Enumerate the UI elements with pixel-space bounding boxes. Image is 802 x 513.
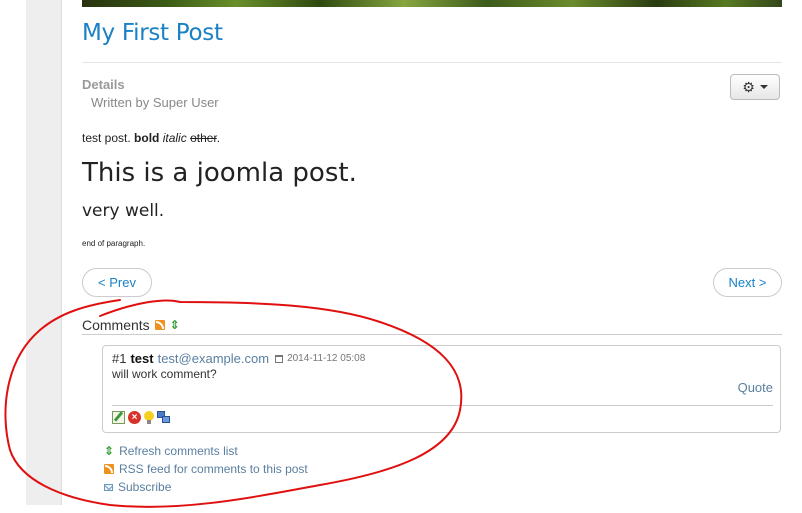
comment-email[interactable]: test@example.com xyxy=(158,351,269,366)
refresh-comments-label: Refresh comments list xyxy=(119,444,238,458)
comment-number: #1 xyxy=(112,351,127,366)
comments-divider xyxy=(82,334,782,335)
next-article-button[interactable]: Next > xyxy=(713,268,782,297)
article-small-text: end of paragraph. xyxy=(82,239,146,248)
body-prefix: test post. xyxy=(82,131,135,145)
comment-item: #1 test test@example.com 2014-11-12 05:0… xyxy=(102,345,781,433)
body-strike: other xyxy=(190,131,217,145)
left-sidebar-strip xyxy=(26,0,62,505)
body-bold: bold xyxy=(134,131,160,145)
prev-article-button[interactable]: < Prev xyxy=(82,268,152,297)
comment-author: test xyxy=(130,351,154,366)
mail-icon xyxy=(104,483,113,491)
gear-icon: ⚙ xyxy=(742,78,755,95)
quote-link[interactable]: Quote xyxy=(738,380,773,395)
rss-icon xyxy=(104,464,114,474)
comment-text: will work comment? xyxy=(112,367,217,381)
author-byline: Written by Super User xyxy=(91,95,219,110)
title-divider xyxy=(82,62,782,63)
refresh-icon[interactable]: ⇕ xyxy=(170,319,180,331)
caret-down-icon xyxy=(759,85,768,89)
subscribe-label: Subscribe xyxy=(118,480,172,494)
calendar-icon xyxy=(275,354,284,363)
delete-icon[interactable]: × xyxy=(128,411,141,424)
body-suffix: . xyxy=(216,131,221,145)
article-title[interactable]: My First Post xyxy=(82,20,223,46)
article-heading-medium: very well. xyxy=(82,201,165,221)
article-body-line: test post. bold italic other. xyxy=(82,131,220,145)
comment-divider xyxy=(112,405,773,406)
rss-icon[interactable] xyxy=(154,320,165,330)
comments-heading-row: Comments ⇕ xyxy=(82,317,180,333)
rss-feed-link[interactable]: RSS feed for comments to this post xyxy=(104,462,308,476)
body-italic: italic xyxy=(162,131,187,145)
comment-actions: × xyxy=(112,411,171,424)
header-image-crop xyxy=(82,0,782,7)
ip-network-icon[interactable] xyxy=(157,411,171,424)
refresh-comments-link[interactable]: ⇕ Refresh comments list xyxy=(104,444,238,458)
refresh-icon: ⇕ xyxy=(104,444,115,458)
article-heading-large: This is a joomla post. xyxy=(82,158,357,188)
left-divider xyxy=(61,0,62,505)
article-tools-button[interactable]: ⚙ xyxy=(730,74,780,100)
publish-bulb-icon[interactable] xyxy=(144,411,154,424)
rss-feed-label: RSS feed for comments to this post xyxy=(119,462,308,476)
edit-icon[interactable] xyxy=(112,411,125,424)
comment-header: #1 test test@example.com 2014-11-12 05:0… xyxy=(112,351,365,366)
comments-heading: Comments xyxy=(82,317,150,333)
details-label: Details xyxy=(82,77,125,92)
comment-date: 2014-11-12 05:08 xyxy=(287,353,366,364)
subscribe-link[interactable]: Subscribe xyxy=(104,480,171,494)
